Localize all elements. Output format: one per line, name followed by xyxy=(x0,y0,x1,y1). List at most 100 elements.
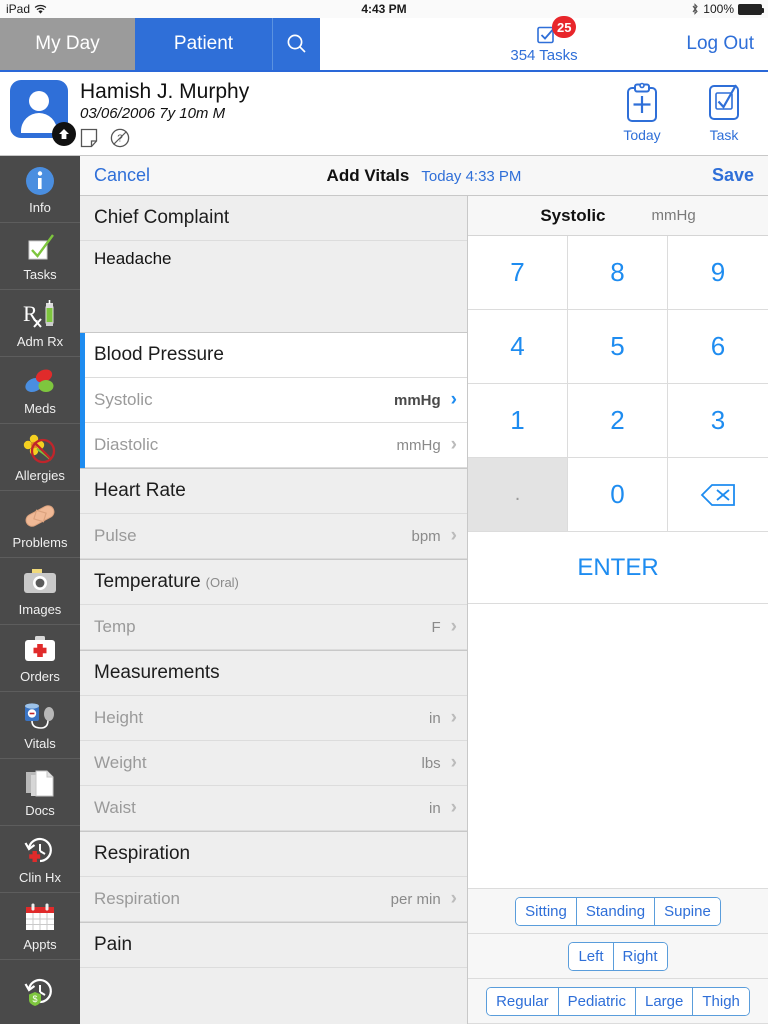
vitals-timestamp[interactable]: Today 4:33 PM xyxy=(421,168,521,185)
sidebar-item-label: Adm Rx xyxy=(16,333,64,349)
row-unit: mmHg xyxy=(396,436,441,454)
avatar[interactable] xyxy=(10,80,76,146)
sidebar-item-docs[interactable]: Docs xyxy=(0,759,80,826)
tab-my-day-label: My Day xyxy=(35,33,100,54)
sidebar-item-label: Meds xyxy=(24,400,56,416)
keypad-field-title: Systolic xyxy=(540,205,606,225)
option-pediatric[interactable]: Pediatric xyxy=(558,987,636,1015)
sidebar-item-label: Appts xyxy=(23,936,57,952)
key-decimal[interactable]: . xyxy=(468,458,568,532)
row-diastolic[interactable]: Diastolic mmHg › xyxy=(85,423,467,468)
segmented-control: Regular Pediatric Large Thigh xyxy=(486,986,750,1016)
option-thigh[interactable]: Thigh xyxy=(693,987,749,1015)
sidebar-item-orders[interactable]: Orders xyxy=(0,625,80,692)
key-2[interactable]: 2 xyxy=(568,384,668,458)
sidebar-item-images[interactable]: Images xyxy=(0,558,80,625)
row-respiration[interactable]: Respiration per min › xyxy=(80,877,467,922)
backspace-icon[interactable] xyxy=(668,458,768,532)
row-label: Height xyxy=(94,708,144,727)
chevron-right-icon: › xyxy=(450,616,457,637)
key-7[interactable]: 7 xyxy=(468,236,568,310)
keypad-header: Systolic mmHg xyxy=(468,196,768,236)
svg-text:?: ? xyxy=(117,134,123,145)
chevron-right-icon: › xyxy=(450,707,457,728)
key-8[interactable]: 8 xyxy=(568,236,668,310)
option-regular[interactable]: Regular xyxy=(487,987,559,1015)
save-button[interactable]: Save xyxy=(712,165,754,186)
sidebar-item-vitals[interactable]: Vitals xyxy=(0,692,80,759)
sidebar-item-billing-hx[interactable]: $ xyxy=(0,960,80,1024)
sidebar-item-tasks[interactable]: Tasks xyxy=(0,223,80,290)
status-bar: iPad 4:43 PM 100% xyxy=(0,0,768,18)
option-group-position: Sitting Standing Supine xyxy=(468,889,768,934)
top-tab-bar: My Day Patient 25 354 Tasks Log Out xyxy=(0,16,768,72)
sidebar-item-clin-hx[interactable]: Clin Hx xyxy=(0,826,80,893)
key-4[interactable]: 4 xyxy=(468,310,568,384)
today-button[interactable]: Today xyxy=(612,81,672,143)
patient-header: Hamish J. Murphy 03/06/2006 7y 10m M ? T… xyxy=(0,72,768,156)
row-label: Weight xyxy=(94,753,147,772)
option-supine[interactable]: Supine xyxy=(655,897,720,925)
tab-my-day[interactable]: My Day xyxy=(0,18,135,70)
task-button[interactable]: Task xyxy=(694,81,754,143)
sidebar-item-allergies[interactable]: Allergies xyxy=(0,424,80,491)
header-actions: Today Task xyxy=(612,81,754,143)
option-sitting[interactable]: Sitting xyxy=(516,897,577,925)
sidebar-item-meds[interactable]: Meds xyxy=(0,357,80,424)
chevron-right-icon: › xyxy=(450,434,457,455)
section-chief-complaint: Chief Complaint Headache xyxy=(80,196,467,333)
section-title: Chief Complaint xyxy=(94,207,230,228)
status-bar-right: 100% xyxy=(691,2,764,16)
patient-quick-icons: ? xyxy=(80,128,249,148)
row-pulse[interactable]: Pulse bpm › xyxy=(80,514,467,559)
battery-icon xyxy=(738,3,764,15)
search-icon xyxy=(285,32,309,56)
section-title: Temperature xyxy=(94,571,201,592)
sidebar-item-label: Orders xyxy=(20,668,60,684)
option-right[interactable]: Right xyxy=(613,942,667,970)
row-height[interactable]: Height in › xyxy=(80,696,467,741)
documents-icon xyxy=(23,767,57,801)
sidebar-item-appts[interactable]: Appts xyxy=(0,893,80,960)
sidebar-item-info[interactable]: Info xyxy=(0,156,80,223)
content: Cancel Add Vitals Today 4:33 PM Save Chi… xyxy=(80,156,768,1024)
vitals-form: Chief Complaint Headache Blood Pressure … xyxy=(80,196,468,1024)
key-9[interactable]: 9 xyxy=(668,236,768,310)
chief-complaint-text[interactable]: Headache xyxy=(80,241,467,333)
note-icon[interactable] xyxy=(80,128,98,148)
sidebar-item-adm-rx[interactable]: R Adm Rx xyxy=(0,290,80,357)
sidebar-item-problems[interactable]: Problems xyxy=(0,491,80,558)
key-0[interactable]: 0 xyxy=(568,458,668,532)
bluetooth-icon xyxy=(691,3,699,15)
upload-arrow-icon[interactable] xyxy=(52,122,76,146)
row-unit: per min xyxy=(390,890,441,908)
panes: Chief Complaint Headache Blood Pressure … xyxy=(80,196,768,1024)
row-systolic[interactable]: Systolic mmHg › xyxy=(85,378,467,423)
tasks-label: 354 Tasks xyxy=(510,47,578,64)
logout-button[interactable]: Log Out xyxy=(686,33,754,55)
row-weight[interactable]: Weight lbs › xyxy=(80,741,467,786)
patient-demographics: 03/06/2006 7y 10m M xyxy=(80,105,226,122)
option-group-side: Left Right xyxy=(468,934,768,979)
question-circle-icon[interactable]: ? xyxy=(110,128,130,148)
key-1[interactable]: 1 xyxy=(468,384,568,458)
row-waist[interactable]: Waist in › xyxy=(80,786,467,831)
enter-button[interactable]: ENTER xyxy=(468,532,768,604)
key-6[interactable]: 6 xyxy=(668,310,768,384)
option-standing[interactable]: Standing xyxy=(576,897,656,925)
row-temp[interactable]: Temp F › xyxy=(80,605,467,650)
cancel-button[interactable]: Cancel xyxy=(94,165,150,186)
section-header: Heart Rate xyxy=(80,469,467,514)
key-3[interactable]: 3 xyxy=(668,384,768,458)
search-button[interactable] xyxy=(272,18,320,70)
sidebar-item-label: Tasks xyxy=(23,266,57,282)
first-aid-kit-icon xyxy=(23,633,57,667)
option-large[interactable]: Large xyxy=(635,987,694,1015)
keypad-spacer xyxy=(468,604,768,889)
chevron-right-icon: › xyxy=(450,525,457,546)
section-temperature: Temperature (Oral) Temp F › xyxy=(80,559,467,650)
section-title: Measurements xyxy=(94,662,220,683)
key-5[interactable]: 5 xyxy=(568,310,668,384)
tab-patient[interactable]: Patient xyxy=(135,18,272,70)
option-left[interactable]: Left xyxy=(569,942,614,970)
